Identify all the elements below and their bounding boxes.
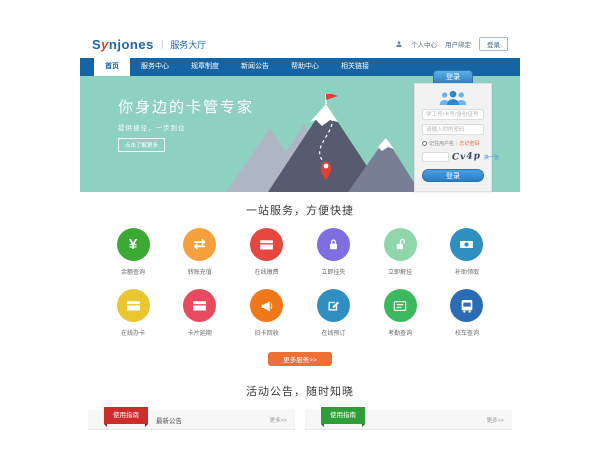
service-online-card-apply[interactable]: 在线办卡 [104, 289, 162, 337]
service-card-extension[interactable]: 卡片延期 [171, 289, 229, 337]
service-balance-inquiry[interactable]: ¥ 余额查询 [104, 228, 162, 276]
service-cancel-loss[interactable]: 立即解挂 [371, 228, 429, 276]
header-login-button[interactable]: 登录 [479, 37, 508, 51]
more-link-left[interactable]: 更多>> [270, 416, 287, 424]
captcha-image: Cv4p [452, 151, 481, 163]
login-form: 记住用户名 | 忘记密码 Cv4p 换一张 登录 [414, 83, 492, 192]
personal-center-link[interactable]: 个人中心 [411, 39, 437, 49]
banknote-icon [458, 236, 475, 253]
captcha-row: Cv4p 换一张 [422, 152, 484, 162]
remember-divider: | [456, 141, 457, 147]
brand-logo-prefix: S [92, 37, 101, 52]
forgot-password-link[interactable]: 忘记密码 [459, 140, 479, 147]
nav-item-service-center[interactable]: 服务中心 [130, 58, 180, 76]
nav-item-news[interactable]: 新闻公告 [230, 58, 280, 76]
usage-guide-ribbon-left[interactable]: 使用指南 [104, 407, 148, 424]
mountains-illustration [208, 94, 423, 192]
card-icon [125, 297, 142, 314]
card-icon [191, 297, 208, 314]
remember-row: 记住用户名 | 忘记密码 [422, 140, 484, 147]
login-submit-button[interactable]: 登录 [422, 169, 484, 182]
service-online-payment[interactable]: 在线缴费 [238, 228, 296, 276]
yen-icon: ¥ [129, 237, 137, 252]
hero-cta-button[interactable]: 点击了解更多 [118, 138, 165, 152]
service-grid-row2: 在线办卡 卡片延期 旧卡回收 [80, 289, 520, 337]
more-link-right[interactable]: 更多>> [487, 416, 504, 424]
service-grid-row1: ¥ 余额查询 ⇄ 转账充值 在线缴费 [80, 228, 520, 276]
service-school-bus-inquiry[interactable]: 校车查询 [438, 289, 496, 337]
login-tab[interactable]: 登录 [433, 70, 473, 83]
service-subsidy-collect[interactable]: 补助领取 [438, 228, 496, 276]
header-utility-links: 个人中心 用户绑定 登录 [395, 37, 508, 51]
nav-item-home[interactable]: 首页 [94, 58, 130, 76]
service-old-card-recycle[interactable]: 旧卡回收 [238, 289, 296, 337]
password-input[interactable] [422, 124, 484, 135]
usage-guide-ribbon-right[interactable]: 使用指南 [321, 407, 365, 424]
user-binding-link[interactable]: 用户绑定 [445, 39, 471, 49]
attendance-icon [392, 298, 408, 314]
transfer-icon: ⇄ [194, 237, 207, 252]
services-heading: 一站服务，方便快捷 [80, 202, 520, 218]
remember-checkbox[interactable] [422, 141, 427, 146]
logo-divider: | [161, 39, 164, 50]
announcement-strip-right: 使用指南 更多>> [305, 410, 512, 430]
announcements-heading: 活动公告，随时知晓 [80, 383, 520, 399]
remember-label: 记住用户名 [429, 140, 454, 147]
announcement-strip-left: 使用指南 最新公告 更多>> [88, 410, 295, 430]
login-panel: 登录 记住用户名 | 忘记密码 Cv4p 换一张 [414, 70, 492, 192]
service-transfer-recharge[interactable]: ⇄ 转账充值 [171, 228, 229, 276]
brand-logo[interactable]: Synjones [92, 37, 154, 52]
users-group-icon [438, 90, 468, 105]
captcha-refresh-link[interactable]: 换一张 [484, 154, 499, 161]
service-attendance-inquiry[interactable]: 考勤查询 [371, 289, 429, 337]
brand-logo-accent: y [101, 37, 109, 52]
announcement-strips: 使用指南 最新公告 更多>> 使用指南 更多>> [80, 410, 520, 430]
services-section: 一站服务，方便快捷 ¥ 余额查询 ⇄ 转账充值 在线缴费 [80, 192, 520, 366]
site-header: Synjones | 服务大厅 个人中心 用户绑定 登录 [80, 30, 520, 58]
announcements-section: 活动公告，随时知晓 使用指南 最新公告 更多>> 使用指南 更多>> [80, 383, 520, 440]
user-icon [395, 40, 403, 48]
bus-icon [459, 298, 475, 314]
lock-icon [326, 237, 341, 252]
latest-news-tab[interactable]: 最新公告 [156, 415, 182, 425]
unlock-icon [393, 237, 408, 252]
captcha-input[interactable] [422, 152, 449, 162]
account-input[interactable] [422, 109, 484, 120]
edit-icon [326, 298, 341, 313]
nav-item-regulations[interactable]: 规章制度 [180, 58, 230, 76]
site-name: 服务大厅 [170, 38, 206, 51]
service-online-booking[interactable]: 在线预订 [304, 289, 362, 337]
megaphone-icon [259, 298, 275, 314]
nav-item-help-center[interactable]: 帮助中心 [280, 58, 330, 76]
brand-logo-suffix: njones [109, 37, 154, 52]
page-container: Synjones | 服务大厅 个人中心 用户绑定 登录 首页 服务中心 规章制… [80, 30, 520, 440]
nav-item-related-links[interactable]: 相关链接 [330, 58, 380, 76]
browser-viewport: Synjones | 服务大厅 个人中心 用户绑定 登录 首页 服务中心 规章制… [0, 0, 600, 450]
more-services-button[interactable]: 更多服务>> [268, 352, 332, 366]
service-report-loss[interactable]: 立即挂失 [304, 228, 362, 276]
card-icon [258, 236, 275, 253]
